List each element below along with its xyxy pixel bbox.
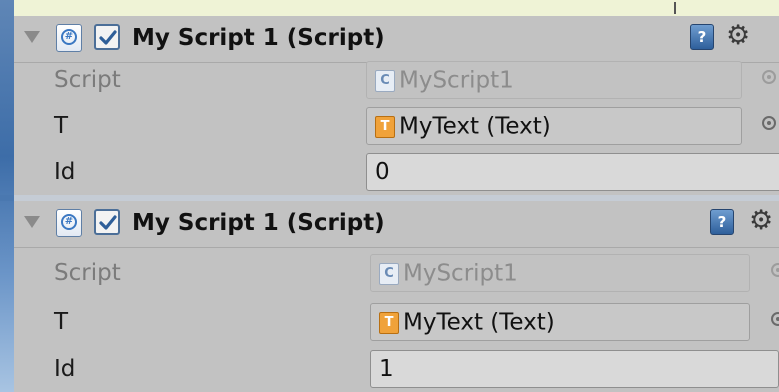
component-panel-2: # My Script 1 (Script) ? ⚙ Script C MyScr… <box>14 201 779 392</box>
enabled-checkbox[interactable] <box>94 24 120 50</box>
help-book-icon[interactable]: ? <box>710 209 734 235</box>
object-picker-icon[interactable] <box>771 312 779 326</box>
text-component-icon: T <box>375 115 395 138</box>
csharp-script-icon: C <box>375 69 395 92</box>
top-band <box>14 0 779 16</box>
field-label-id: Id <box>54 356 76 382</box>
gear-icon[interactable]: ⚙ <box>726 21 756 51</box>
component-title: My Script 1 (Script) <box>132 210 385 236</box>
field-label-t: T <box>54 113 69 139</box>
csharp-script-icon: C <box>379 262 399 285</box>
component-title: My Script 1 (Script) <box>132 25 385 51</box>
csharp-icon: # <box>56 24 82 52</box>
component-panel-1: # My Script 1 (Script) ? ⚙ Script C MyScr… <box>14 16 779 195</box>
field-row-id: Id 1 <box>14 346 779 392</box>
id-int-field[interactable]: 0 <box>366 153 779 191</box>
field-label-script: Script <box>54 260 121 286</box>
field-label-script: Script <box>54 67 121 93</box>
field-row-t: T T MyText (Text) <box>14 103 779 149</box>
enabled-checkbox[interactable] <box>94 209 120 235</box>
object-picker-icon <box>771 263 779 277</box>
csharp-icon: # <box>56 209 82 237</box>
help-book-icon[interactable]: ? <box>690 24 714 50</box>
field-row-id: Id 0 <box>14 149 779 195</box>
script-field: C MyScript1 <box>366 61 742 99</box>
foldout-triangle-icon[interactable] <box>24 31 40 43</box>
object-picker-icon <box>762 70 776 84</box>
t-object-field[interactable]: T MyText (Text) <box>366 107 742 145</box>
field-row-script: Script C MyScript1 <box>14 250 779 296</box>
t-object-field[interactable]: T MyText (Text) <box>370 303 750 341</box>
id-int-field[interactable]: 1 <box>370 350 779 388</box>
field-label-t: T <box>54 309 69 335</box>
field-row-script: Script C MyScript1 <box>14 57 779 103</box>
gear-icon[interactable]: ⚙ <box>749 206 779 236</box>
text-component-icon: T <box>379 311 399 334</box>
component-header: # My Script 1 (Script) ? ⚙ <box>14 16 779 63</box>
object-picker-icon[interactable] <box>762 116 776 130</box>
field-label-id: Id <box>54 159 76 185</box>
component-header: # My Script 1 (Script) ? ⚙ <box>14 201 779 248</box>
field-row-t: T T MyText (Text) <box>14 299 779 345</box>
script-field: C MyScript1 <box>370 254 750 292</box>
foldout-triangle-icon[interactable] <box>24 216 40 228</box>
